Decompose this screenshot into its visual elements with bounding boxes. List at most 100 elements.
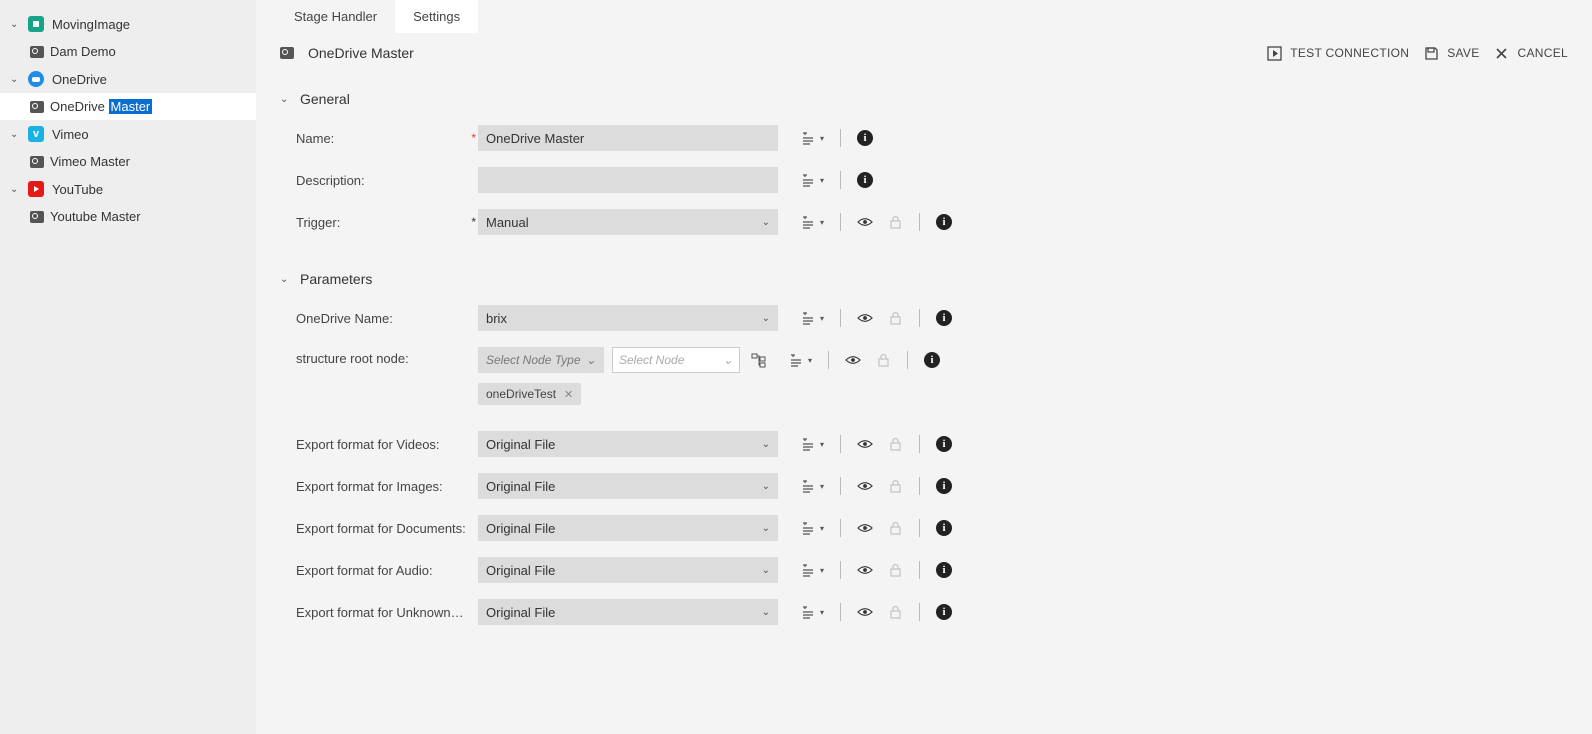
placeholder: Select Node Type — [486, 353, 581, 367]
export-videos-select[interactable]: Original File⌄ — [478, 431, 778, 457]
language-icon[interactable] — [800, 214, 816, 230]
row-export-images: Export format for Images: Original File⌄… — [296, 473, 1568, 499]
test-connection-button[interactable]: TEST CONNECTION — [1266, 45, 1409, 61]
node-type-select[interactable]: Select Node Type ⌄ — [478, 347, 604, 373]
tree-item-youtube[interactable]: ⌄ YouTube — [0, 175, 256, 203]
separator — [840, 435, 841, 453]
chevron-down-icon: ⌄ — [762, 565, 770, 576]
tree-picker-icon[interactable] — [750, 352, 766, 368]
tree-label: Dam Demo — [50, 44, 116, 59]
eye-icon[interactable] — [857, 604, 873, 620]
language-icon[interactable] — [800, 172, 816, 188]
name-input[interactable]: OneDrive Master — [478, 125, 778, 151]
tree-item-dam-demo[interactable]: Dam Demo — [0, 38, 256, 65]
tree-item-vimeo-master[interactable]: Vimeo Master — [0, 148, 256, 175]
main: Stage Handler Settings OneDrive Master T… — [256, 0, 1592, 734]
channel-icon — [30, 46, 44, 58]
field-label: Export format for Unknown Filec... — [296, 605, 466, 620]
eye-icon[interactable] — [857, 562, 873, 578]
language-icon[interactable] — [800, 436, 816, 452]
info-icon[interactable] — [936, 214, 952, 230]
onedrive-name-select[interactable]: brix ⌄ — [478, 305, 778, 331]
node-select[interactable]: Select Node ⌄ — [612, 347, 740, 373]
language-icon[interactable] — [800, 520, 816, 536]
lock-icon[interactable] — [887, 310, 903, 326]
info-icon[interactable] — [924, 352, 940, 368]
language-icon[interactable] — [788, 352, 804, 368]
separator — [919, 561, 920, 579]
remove-chip-icon[interactable]: ✕ — [564, 388, 573, 401]
chevron-down-icon: ⌄ — [10, 74, 20, 85]
tree-item-youtube-master[interactable]: Youtube Master — [0, 203, 256, 230]
toolbar: OneDrive Master TEST CONNECTION SAVE CAN… — [256, 33, 1592, 73]
field-label: Export format for Audio: — [296, 563, 466, 578]
tab-settings[interactable]: Settings — [395, 0, 478, 33]
tree-label: OneDrive — [52, 72, 107, 87]
content: ⌄ General Name: * OneDrive Master ▾ Desc… — [256, 73, 1592, 734]
info-icon[interactable] — [936, 520, 952, 536]
root-node-chip[interactable]: oneDriveTest ✕ — [478, 383, 581, 405]
info-icon[interactable] — [936, 604, 952, 620]
export-unknown-select[interactable]: Original File⌄ — [478, 599, 778, 625]
tree-label: MovingImage — [52, 17, 130, 32]
select-value: Manual — [486, 215, 529, 230]
language-icon[interactable] — [800, 130, 816, 146]
language-icon[interactable] — [800, 310, 816, 326]
channel-icon — [30, 156, 44, 168]
movingimage-icon — [28, 16, 44, 32]
field-label: structure root node: — [296, 347, 466, 366]
chevron-down-icon: ⌄ — [10, 184, 20, 195]
export-documents-select[interactable]: Original File⌄ — [478, 515, 778, 541]
row-trigger: Trigger: * Manual ⌄ ▾ — [296, 209, 1568, 235]
eye-icon[interactable] — [845, 352, 861, 368]
channel-icon — [280, 47, 294, 59]
language-icon[interactable] — [800, 562, 816, 578]
lock-icon[interactable] — [887, 604, 903, 620]
separator — [919, 603, 920, 621]
row-export-unknown: Export format for Unknown Filec... Origi… — [296, 599, 1568, 625]
lock-icon[interactable] — [875, 352, 891, 368]
info-icon[interactable] — [936, 436, 952, 452]
tree-label: Vimeo Master — [50, 154, 130, 169]
section-parameters[interactable]: ⌄ Parameters — [280, 271, 1568, 287]
language-icon[interactable] — [800, 604, 816, 620]
lock-icon[interactable] — [887, 478, 903, 494]
cancel-button[interactable]: CANCEL — [1494, 45, 1568, 61]
lock-icon[interactable] — [887, 520, 903, 536]
export-audio-select[interactable]: Original File⌄ — [478, 557, 778, 583]
trigger-select[interactable]: Manual ⌄ — [478, 209, 778, 235]
eye-icon[interactable] — [857, 310, 873, 326]
eye-icon[interactable] — [857, 520, 873, 536]
tree-item-vimeo[interactable]: ⌄ Vimeo — [0, 120, 256, 148]
info-icon[interactable] — [857, 172, 873, 188]
section-general[interactable]: ⌄ General — [280, 91, 1568, 107]
lock-icon[interactable] — [887, 214, 903, 230]
info-icon[interactable] — [936, 310, 952, 326]
separator — [840, 309, 841, 327]
info-icon[interactable] — [936, 478, 952, 494]
separator — [919, 309, 920, 327]
eye-icon[interactable] — [857, 214, 873, 230]
eye-icon[interactable] — [857, 436, 873, 452]
lock-icon[interactable] — [887, 562, 903, 578]
export-images-select[interactable]: Original File⌄ — [478, 473, 778, 499]
lock-icon[interactable] — [887, 436, 903, 452]
chip-label: oneDriveTest — [486, 387, 556, 401]
field-label: Trigger: — [296, 215, 466, 230]
tree-item-onedrive-master[interactable]: OneDrive Master — [0, 93, 256, 120]
chevron-down-icon: ⌄ — [762, 439, 770, 450]
tree-item-movingimage[interactable]: ⌄ MovingImage — [0, 10, 256, 38]
onedrive-icon — [28, 71, 44, 87]
separator — [840, 561, 841, 579]
tree-label: Vimeo — [52, 127, 89, 142]
save-button[interactable]: SAVE — [1423, 45, 1479, 61]
info-icon[interactable] — [857, 130, 873, 146]
tab-stage-handler[interactable]: Stage Handler — [276, 0, 395, 33]
section-title: Parameters — [300, 271, 372, 287]
language-icon[interactable] — [800, 478, 816, 494]
description-input[interactable] — [478, 167, 778, 193]
info-icon[interactable] — [936, 562, 952, 578]
eye-icon[interactable] — [857, 478, 873, 494]
root-node-picker: Select Node Type ⌄ Select Node ⌄ oneDriv… — [478, 347, 766, 405]
tree-item-onedrive[interactable]: ⌄ OneDrive — [0, 65, 256, 93]
